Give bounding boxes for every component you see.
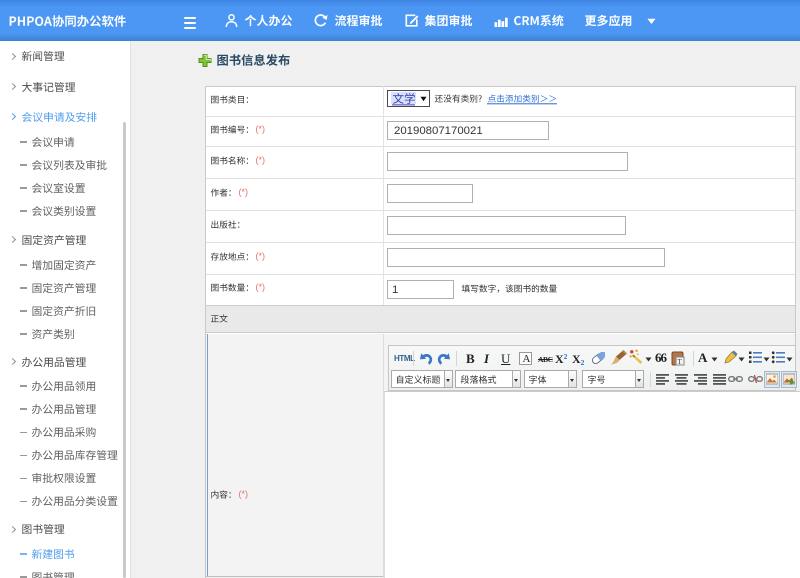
svg-text:T: T <box>678 358 683 366</box>
